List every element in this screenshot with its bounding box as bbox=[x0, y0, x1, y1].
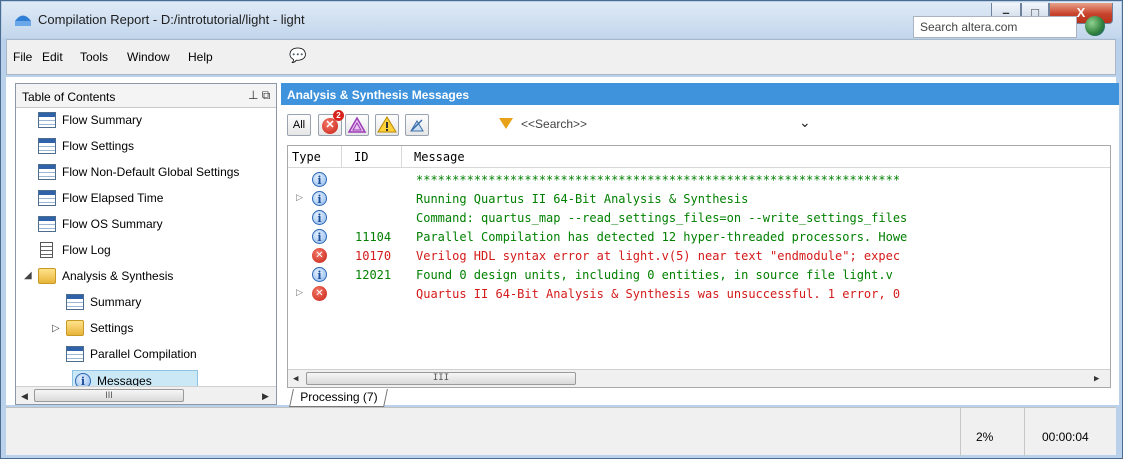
scroll-right-icon[interactable]: ▶ bbox=[262, 391, 269, 402]
expand-arrow-icon[interactable]: ▷ bbox=[296, 288, 303, 298]
toc-item-parallel-compilation[interactable]: Parallel Compilation bbox=[66, 344, 274, 366]
pin-icon[interactable]: ⊥ ⧉ bbox=[248, 88, 270, 103]
table-row[interactable]: i ***************************************… bbox=[288, 170, 1110, 190]
log-icon bbox=[40, 242, 53, 258]
column-header-message[interactable]: Message bbox=[414, 146, 1110, 168]
grid-header: Type ID Message bbox=[288, 146, 1110, 168]
altera-search-input[interactable]: Search altera.com bbox=[913, 16, 1077, 38]
scroll-thumb[interactable]: III bbox=[34, 389, 184, 402]
compilation-report-window: Compilation Report - D:/introtutorial/li… bbox=[0, 0, 1123, 459]
column-header-id[interactable]: ID bbox=[342, 146, 402, 168]
message-id: 10170 bbox=[355, 249, 392, 263]
message-text: Found 0 design units, including 0 entiti… bbox=[416, 268, 893, 282]
window-title: Compilation Report - D:/introtutorial/li… bbox=[38, 12, 305, 27]
message-id: 12021 bbox=[355, 268, 392, 282]
message-search-box[interactable]: <<Search>> ⌄ bbox=[517, 114, 817, 135]
table-row[interactable]: i Command: quartus_map --read_settings_fi… bbox=[288, 208, 1110, 228]
table-row[interactable]: ▷ ✕ Quartus II 64-Bit Analysis & Synthesis… bbox=[288, 284, 1110, 304]
toc-item-flow-summary[interactable]: Flow Summary bbox=[38, 110, 274, 132]
menu-bar: File Edit Tools Window Help 💬 bbox=[6, 39, 1116, 75]
quartus-app-icon bbox=[15, 15, 31, 26]
table-row[interactable]: ▷ i Running Quartus II 64-Bit Analysis & S… bbox=[288, 189, 1110, 209]
message-text: Running Quartus II 64-Bit Analysis & Syn… bbox=[416, 192, 749, 206]
folder-icon bbox=[38, 268, 56, 284]
column-header-type[interactable]: Type bbox=[292, 146, 342, 168]
message-id: 11104 bbox=[355, 230, 392, 244]
critical-warning-filter-button[interactable] bbox=[345, 114, 369, 136]
toc-horizontal-scrollbar[interactable]: ◀ III ▶ bbox=[16, 386, 276, 404]
info-icon: i bbox=[312, 229, 327, 244]
info-icon: i bbox=[312, 267, 327, 282]
error-icon: ✕ bbox=[312, 248, 327, 263]
all-messages-button[interactable]: All bbox=[287, 114, 311, 136]
messages-panel: Analysis & Synthesis Messages All ✕ 2 <<… bbox=[281, 83, 1119, 407]
toc-item-settings[interactable]: Settings bbox=[66, 318, 274, 340]
table-icon bbox=[66, 346, 84, 362]
table-row[interactable]: ✕ 10170 Verilog HDL syntax error at light.… bbox=[288, 246, 1110, 266]
menu-help[interactable]: Help bbox=[188, 50, 213, 64]
messages-tab-bar: Processing (7) bbox=[287, 389, 1111, 407]
critical-warning-icon bbox=[347, 116, 367, 133]
toc-item-flow-settings[interactable]: Flow Settings bbox=[38, 136, 274, 158]
table-icon bbox=[38, 216, 56, 232]
chat-icon[interactable]: 💬 bbox=[289, 47, 306, 64]
toc-header: Table of Contents ⊥ ⧉ bbox=[16, 84, 276, 108]
toc-item-flow-log[interactable]: Flow Log bbox=[38, 240, 274, 262]
message-text: Quartus II 64-Bit Analysis & Synthesis w… bbox=[416, 287, 901, 301]
filter-icon[interactable] bbox=[499, 118, 513, 129]
elapsed-time: 00:00:04 bbox=[1042, 430, 1089, 444]
message-text: ****************************************… bbox=[416, 173, 901, 187]
messages-grid: Type ID Message i ***********************… bbox=[287, 145, 1111, 388]
chevron-down-icon[interactable]: ⌄ bbox=[799, 114, 811, 131]
expand-arrow-icon[interactable]: ▷ bbox=[52, 323, 60, 334]
menu-edit[interactable]: Edit bbox=[42, 50, 63, 64]
menu-window[interactable]: Window bbox=[127, 50, 170, 64]
suppressed-filter-button[interactable] bbox=[405, 114, 429, 136]
table-row[interactable]: i 12021 Found 0 design units, including 0 … bbox=[288, 265, 1110, 285]
table-icon bbox=[38, 112, 56, 128]
scroll-thumb[interactable]: III bbox=[306, 372, 576, 385]
status-divider bbox=[960, 408, 961, 456]
message-text: Command: quartus_map --read_settings_fil… bbox=[416, 211, 908, 225]
status-divider bbox=[1024, 408, 1025, 456]
expand-arrow-icon[interactable]: ▷ bbox=[296, 193, 303, 203]
scroll-left-icon[interactable]: ◀ bbox=[293, 374, 298, 384]
info-icon: i bbox=[312, 172, 327, 187]
scroll-right-icon[interactable]: ▶ bbox=[1094, 374, 1099, 384]
progress-percent: 2% bbox=[976, 430, 994, 444]
status-bar: 2% 00:00:04 bbox=[6, 407, 1116, 456]
toc-title: Table of Contents bbox=[22, 90, 116, 104]
scroll-left-icon[interactable]: ◀ bbox=[21, 391, 28, 402]
collapse-arrow-icon[interactable]: ◢ bbox=[24, 270, 32, 281]
table-icon bbox=[66, 294, 84, 310]
messages-horizontal-scrollbar[interactable]: ◀ III ▶ bbox=[288, 369, 1110, 387]
table-row[interactable]: i 11104 Parallel Compilation has detected … bbox=[288, 227, 1110, 247]
toc-item-summary[interactable]: Summary bbox=[66, 292, 274, 314]
folder-icon bbox=[66, 320, 84, 336]
error-icon: ✕ bbox=[312, 286, 327, 301]
error-count-badge: 2 bbox=[333, 110, 344, 121]
table-icon bbox=[38, 138, 56, 154]
menu-file[interactable]: File bbox=[13, 50, 32, 64]
messages-panel-title: Analysis & Synthesis Messages bbox=[281, 83, 1119, 105]
toc-item-flow-non-default-global-settings[interactable]: Flow Non-Default Global Settings bbox=[38, 162, 274, 184]
message-text: Verilog HDL syntax error at light.v(5) n… bbox=[416, 249, 901, 263]
toc-item-analysis-synthesis[interactable]: Analysis & Synthesis bbox=[38, 266, 274, 288]
menu-tools[interactable]: Tools bbox=[80, 50, 108, 64]
info-icon: i bbox=[312, 210, 327, 225]
messages-toolbar: All ✕ 2 <<Search>> ⌄ bbox=[281, 105, 1119, 145]
globe-icon[interactable] bbox=[1085, 16, 1105, 36]
toc-item-flow-elapsed-time[interactable]: Flow Elapsed Time bbox=[38, 188, 274, 210]
suppressed-messages-icon bbox=[410, 119, 424, 132]
toc-item-flow-os-summary[interactable]: Flow OS Summary bbox=[38, 214, 274, 236]
message-text: Parallel Compilation has detected 12 hyp… bbox=[416, 230, 908, 244]
table-icon bbox=[38, 190, 56, 206]
table-of-contents-panel: Table of Contents ⊥ ⧉ Flow Summary Flow … bbox=[15, 83, 277, 405]
warning-filter-button[interactable] bbox=[375, 114, 399, 136]
tab-processing[interactable]: Processing (7) bbox=[289, 389, 389, 407]
error-filter-button[interactable]: ✕ 2 bbox=[318, 110, 344, 136]
warning-icon bbox=[377, 116, 397, 133]
table-icon bbox=[38, 164, 56, 180]
info-icon: i bbox=[312, 191, 327, 206]
